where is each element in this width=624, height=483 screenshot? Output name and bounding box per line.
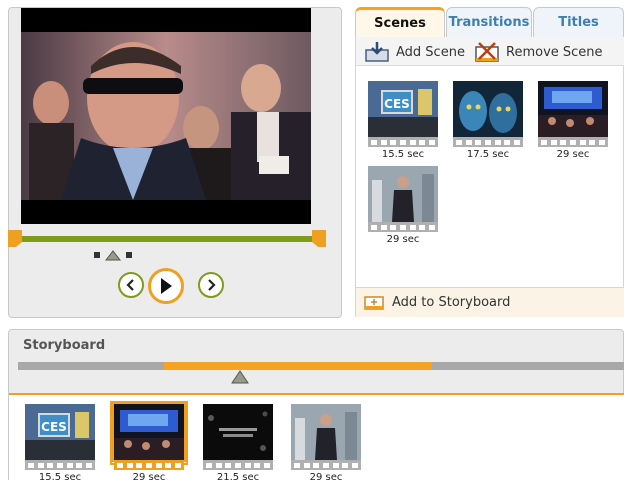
tab-label: Titles bbox=[558, 15, 599, 30]
scene-duration: 29 sec bbox=[556, 149, 590, 160]
remove-scene-label: Remove Scene bbox=[506, 44, 603, 60]
clip-duration: 29 sec bbox=[309, 472, 343, 483]
film-sprockets bbox=[368, 222, 438, 232]
thumbnail-image bbox=[112, 402, 186, 462]
chevron-left-icon bbox=[126, 279, 134, 291]
storyboard-clip[interactable]: CES 15.5 sec bbox=[25, 404, 97, 483]
thumbnail-image bbox=[453, 81, 523, 137]
tab-scenes[interactable]: Scenes bbox=[355, 7, 445, 37]
previous-button[interactable] bbox=[118, 272, 144, 298]
tab-titles[interactable]: Titles bbox=[533, 7, 624, 37]
film-sprockets bbox=[538, 137, 608, 147]
tab-transitions[interactable]: Transitions bbox=[446, 7, 532, 37]
playhead-icon[interactable] bbox=[231, 370, 249, 384]
add-to-storyboard-icon bbox=[364, 295, 384, 310]
add-to-storyboard-button[interactable]: Add to Storyboard bbox=[356, 287, 624, 317]
next-button[interactable] bbox=[198, 272, 224, 298]
scenes-toolbar: Add Scene Remove Scene bbox=[356, 37, 624, 66]
scene-thumbnail[interactable]: 17.5 sec bbox=[453, 81, 525, 160]
film-sprockets bbox=[453, 137, 523, 147]
tab-label: Scenes bbox=[374, 16, 426, 31]
playhead-icon[interactable] bbox=[92, 249, 134, 261]
svg-text:CES: CES bbox=[41, 420, 67, 434]
storyboard-title: Storyboard bbox=[23, 338, 106, 353]
storyboard-clip[interactable]: 29 sec bbox=[291, 404, 363, 483]
chevron-right-icon bbox=[208, 279, 216, 291]
add-scene-button[interactable]: Add Scene bbox=[364, 40, 465, 64]
scene-duration: 15.5 sec bbox=[381, 149, 425, 160]
svg-text:CES: CES bbox=[384, 97, 410, 111]
scrubber-track[interactable] bbox=[8, 230, 326, 248]
scene-thumbnail[interactable]: 29 sec bbox=[538, 81, 610, 160]
thumbnail-image bbox=[368, 166, 438, 222]
scene-thumbnail[interactable]: 29 sec bbox=[368, 166, 440, 245]
storyboard-clip[interactable]: 21.5 sec bbox=[203, 404, 275, 483]
thumbnail-image: CES bbox=[368, 81, 438, 137]
video-preview[interactable] bbox=[21, 8, 311, 224]
add-scene-label: Add Scene bbox=[396, 44, 465, 60]
film-sprockets bbox=[203, 460, 273, 470]
thumbnail-image: CES bbox=[25, 404, 95, 460]
clip-duration: 21.5 sec bbox=[216, 472, 260, 483]
add-to-storyboard-label: Add to Storyboard bbox=[392, 295, 511, 310]
film-sprockets bbox=[25, 460, 95, 470]
thumbnail-image bbox=[203, 404, 273, 460]
film-sprockets bbox=[114, 460, 184, 470]
storyboard-clip-selected[interactable]: 29 sec bbox=[112, 402, 186, 483]
remove-scene-icon bbox=[475, 42, 499, 62]
play-button[interactable] bbox=[148, 268, 184, 304]
clip-duration: 15.5 sec bbox=[38, 472, 82, 483]
film-sprockets bbox=[368, 137, 438, 147]
thumbnail-image bbox=[538, 81, 608, 137]
storyboard-timeline[interactable] bbox=[18, 360, 624, 370]
tab-label: Transitions bbox=[448, 15, 530, 30]
add-scene-icon bbox=[365, 42, 389, 62]
scene-duration: 29 sec bbox=[386, 234, 420, 245]
scene-thumbnail[interactable]: CES 15.5 sec bbox=[368, 81, 440, 160]
play-icon bbox=[161, 278, 172, 294]
film-sprockets bbox=[291, 460, 361, 470]
scene-duration: 17.5 sec bbox=[466, 149, 510, 160]
remove-scene-button[interactable]: Remove Scene bbox=[474, 40, 603, 64]
thumbnail-image bbox=[291, 404, 361, 460]
clip-duration: 29 sec bbox=[132, 472, 166, 483]
